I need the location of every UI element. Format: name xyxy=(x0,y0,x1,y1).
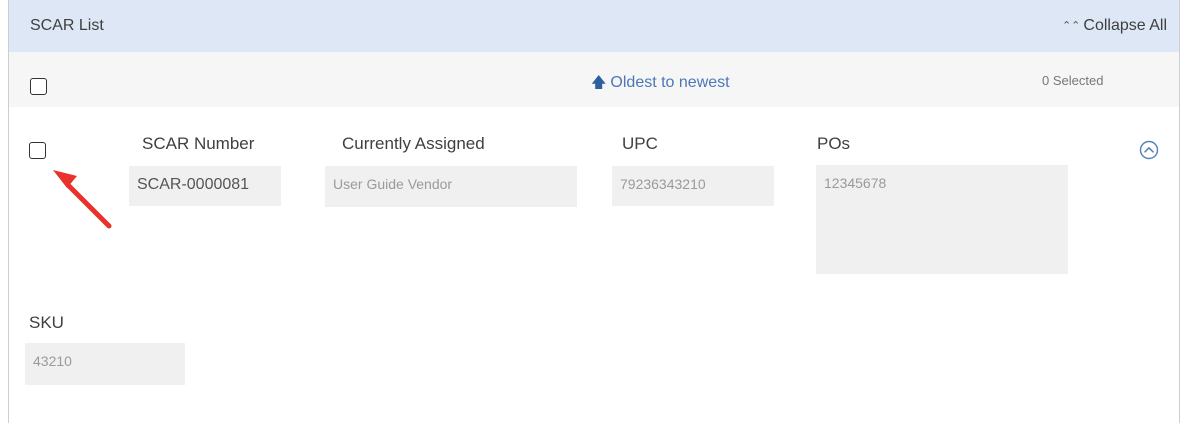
arrow-up-icon: 🡅 xyxy=(591,74,607,91)
pos-value: 12345678 xyxy=(816,165,1068,274)
selected-count: 0 Selected xyxy=(1042,73,1104,88)
sort-bar: 🡅 Oldest to newest 0 Selected xyxy=(9,52,1179,107)
panel-title: SCAR List xyxy=(30,17,104,34)
sort-order-button[interactable]: 🡅 Oldest to newest xyxy=(591,72,730,97)
pos-label: POs xyxy=(817,134,851,153)
upc-label: UPC xyxy=(622,134,658,153)
select-all-checkbox[interactable] xyxy=(30,78,47,95)
panel-header: SCAR List ⌃⌃ Collapse All xyxy=(9,0,1179,52)
scar-record-row: SCAR Number SCAR-0000081 Currently Assig… xyxy=(9,107,1179,423)
scar-list-panel: SCAR List ⌃⌃ Collapse All 🡅 Oldest to newe… xyxy=(8,0,1180,423)
double-chevron-up-icon: ⌃⌃ xyxy=(1061,20,1081,32)
sort-order-label: Oldest to newest xyxy=(610,74,730,91)
currently-assigned-value: User Guide Vendor xyxy=(325,166,577,207)
scar-number-value: SCAR-0000081 xyxy=(129,166,281,206)
chevron-up-circle-icon[interactable] xyxy=(1138,139,1160,161)
annotation-arrow-icon xyxy=(53,170,112,229)
sku-value: 43210 xyxy=(25,343,185,385)
collapse-all-button[interactable]: ⌃⌃ Collapse All xyxy=(1062,17,1167,35)
currently-assigned-label: Currently Assigned xyxy=(342,134,485,153)
collapse-all-label: Collapse All xyxy=(1083,17,1167,34)
sku-label: SKU xyxy=(29,313,64,332)
scar-number-label: SCAR Number xyxy=(142,134,255,153)
row-select-checkbox[interactable] xyxy=(29,142,46,159)
upc-value: 79236343210 xyxy=(612,166,774,206)
